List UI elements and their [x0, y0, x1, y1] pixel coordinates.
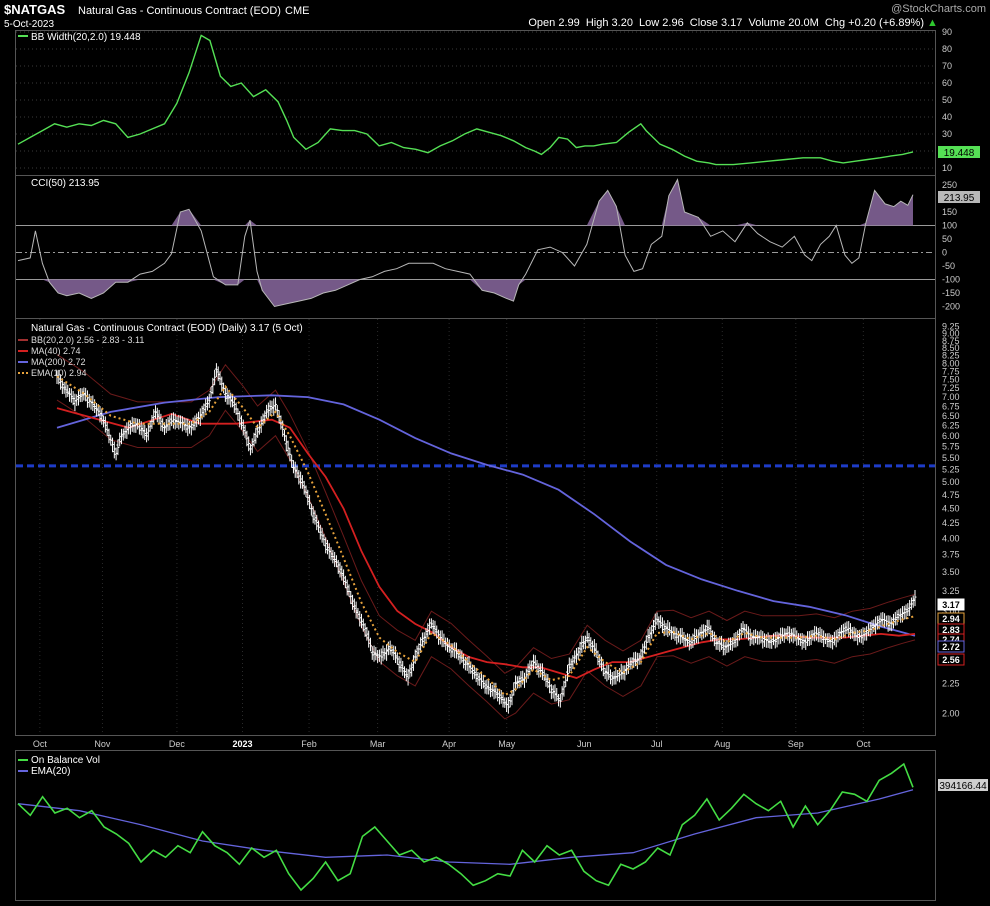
- price-tick-label: 4.50: [942, 504, 960, 514]
- cci-tick-label: 250: [942, 180, 957, 190]
- exchange-label: CME: [285, 5, 309, 17]
- legend-ma200: MA(200) 2.72: [31, 357, 86, 367]
- x-axis-label: Mar: [370, 739, 386, 749]
- x-axis-label: Dec: [169, 739, 186, 749]
- x-axis-label: Nov: [94, 739, 111, 749]
- symbol-title: $NATGAS: [4, 2, 65, 17]
- price-value-tag: 2.72: [942, 642, 960, 652]
- price-tick-label: 3.25: [942, 586, 960, 596]
- price-value-tag: 2.56: [942, 655, 960, 665]
- cci-tick-label: 150: [942, 207, 957, 217]
- quote-summary: Open 2.99 High 3.20 Low 2.96 Close 3.17 …: [528, 17, 924, 29]
- bbwidth-tick-label: 30: [942, 129, 952, 139]
- obv-ema-title: EMA(20): [31, 766, 70, 777]
- chart-canvas: $NATGAS Natural Gas - Continuous Contrac…: [0, 0, 990, 901]
- price-tick-label: 4.25: [942, 518, 960, 528]
- legend-bb: BB(20,2.0) 2.56 - 2.83 - 3.11: [31, 335, 144, 345]
- price-tick-label: 5.25: [942, 465, 960, 475]
- bbwidth-tick-label: 70: [942, 61, 952, 71]
- x-axis-label: Oct: [33, 739, 48, 749]
- cci-value-tag: 213.95: [944, 193, 975, 204]
- cci-tick-label: -50: [942, 261, 955, 271]
- price-value-tag: 3.17: [942, 600, 960, 610]
- price-tick-label: 3.75: [942, 550, 960, 560]
- price-tick-label: 3.50: [942, 567, 960, 577]
- price-tick-label: 5.75: [942, 442, 960, 452]
- x-axis-label: Oct: [856, 739, 871, 749]
- price-tick-label: 4.75: [942, 490, 960, 500]
- legend-ema10: EMA(10) 2.94: [31, 368, 87, 378]
- x-axis-label: May: [498, 739, 516, 749]
- bbwidth-tick-label: 60: [942, 78, 952, 88]
- bbwidth-tick-label: 80: [942, 44, 952, 54]
- bbwidth-tick-label: 40: [942, 112, 952, 122]
- x-axis-label: Jun: [577, 739, 592, 749]
- price-tick-label: 5.00: [942, 477, 960, 487]
- cci-tick-label: 0: [942, 248, 947, 258]
- chart-date: 5-Oct-2023: [4, 19, 54, 30]
- x-axis-label: Sep: [788, 739, 804, 749]
- cci-tick-label: -200: [942, 302, 960, 312]
- cci-tick-label: 100: [942, 221, 957, 231]
- x-axis-label: Aug: [714, 739, 730, 749]
- legend-ma40: MA(40) 2.74: [31, 346, 81, 356]
- stock-chart: $NATGAS Natural Gas - Continuous Contrac…: [0, 0, 990, 901]
- quote-up-arrow-icon: ▲: [927, 17, 938, 29]
- x-axis-label: 2023: [232, 739, 252, 749]
- bbwidth-value-tag: 19.448: [944, 148, 975, 159]
- cci-tick-label: -150: [942, 288, 960, 298]
- watermark: @StockCharts.com: [891, 3, 986, 15]
- price-tick-label: 6.75: [942, 401, 960, 411]
- bbwidth-tick-label: 90: [942, 27, 952, 37]
- price-tick-label: 4.00: [942, 533, 960, 543]
- x-axis-label: Apr: [442, 739, 456, 749]
- bbwidth-tick-label: 10: [942, 163, 952, 173]
- price-tick-label: 5.50: [942, 453, 960, 463]
- obv-value-tag: 394166.44: [939, 781, 987, 792]
- price-tick-label: 2.00: [942, 708, 960, 718]
- instrument-name: Natural Gas - Continuous Contract (EOD): [78, 5, 281, 17]
- price-tick-label: 6.50: [942, 411, 960, 421]
- price-value-tag: 2.94: [942, 614, 960, 624]
- cci-tick-label: -100: [942, 275, 960, 285]
- price-tick-label: 6.00: [942, 431, 960, 441]
- obv-title: On Balance Vol: [31, 755, 100, 766]
- price-tick-label: 2.25: [942, 679, 960, 689]
- bbwidth-tick-label: 50: [942, 95, 952, 105]
- price-tick-label: 6.25: [942, 421, 960, 431]
- bbwidth-title: BB Width(20,2.0) 19.448: [31, 32, 141, 43]
- x-axis-label: Jul: [651, 739, 663, 749]
- price-title: Natural Gas - Continuous Contract (EOD) …: [31, 323, 303, 334]
- cci-tick-label: 50: [942, 234, 952, 244]
- cci-title: CCI(50) 213.95: [31, 178, 100, 189]
- x-axis-label: Feb: [301, 739, 317, 749]
